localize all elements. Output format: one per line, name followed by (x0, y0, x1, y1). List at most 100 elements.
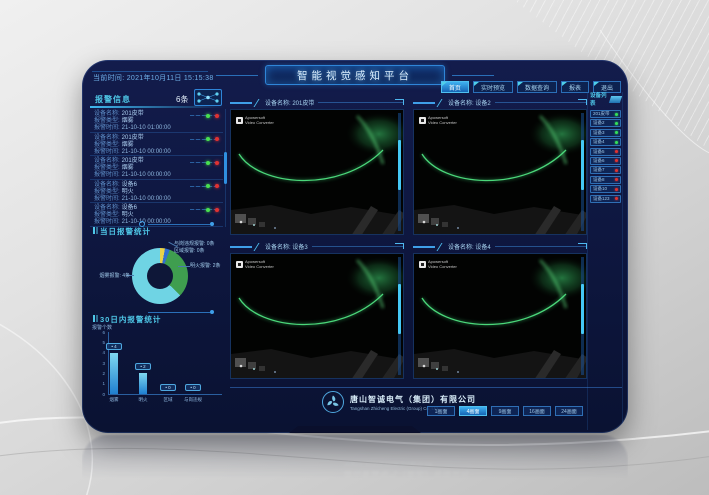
bar (110, 353, 118, 394)
bar-category-label: 明火 (130, 397, 156, 403)
alarm-level-indicator (190, 160, 220, 165)
network-topology-icon (194, 89, 222, 106)
watermark: ApowersoftVideo Converter (236, 116, 274, 125)
bar-value-bubble: • 2 (135, 363, 151, 370)
alarm-list-item[interactable]: 设备名称:201皮带 报警类型:烟雾 报警时间:21-10-10 00:00:0… (90, 156, 223, 180)
red-status-dot (215, 114, 219, 118)
screen-layout-buttons: 1画面 4画面 9画面 16画面 24画面 (427, 406, 583, 416)
device-status-dot (615, 113, 618, 116)
section-decor-line (148, 224, 210, 225)
bezel-chin-decor (289, 426, 421, 433)
device-status-dot (615, 169, 618, 172)
alarm-list-item[interactable]: 设备名称:设备6 报警类型:明火 报警时间:21-10-10 00:00:00 (90, 180, 223, 204)
device-list-items: 201皮带 设备2 设备3 设备4 设备5 设备6 设备7 设备8 设备10 设… (590, 110, 621, 203)
page-title: 智能视觉感知平台 (297, 68, 413, 83)
video-panel[interactable]: 设备名称: 设备4 (413, 240, 587, 379)
y-axis-tick: 4 (91, 350, 105, 355)
video-panel[interactable]: 设备名称: 设备2 (413, 96, 587, 235)
device-list-item[interactable]: 设备7 (590, 166, 621, 174)
bar-category-label: 与岗违规 (180, 397, 206, 403)
device-status-dot (615, 178, 618, 181)
watermark-text: ApowersoftVideo Converter (245, 116, 274, 125)
alarm-device-label: 设备名称: (94, 205, 120, 211)
video-content (414, 254, 587, 379)
device-list-item[interactable]: 设备3 (590, 129, 621, 137)
screen-layout-button[interactable]: 16画面 (523, 406, 551, 416)
device-list-item[interactable]: 201皮带 (590, 110, 621, 118)
device-list-item[interactable]: 设备5 (590, 148, 621, 156)
alarm-time-label: 报警时间: (94, 149, 120, 155)
video-feed[interactable]: ApowersoftVideo Converter (413, 109, 587, 235)
device-list-tab-icon[interactable] (609, 96, 622, 103)
alarm-time-value: 21-10-10 00:00:00 (122, 149, 171, 155)
alarm-time-value: 21-10-10 00:00:00 (122, 196, 171, 202)
video-panel[interactable]: 设备名称: 201皮带 (230, 96, 404, 235)
device-name: 设备123 (593, 196, 610, 202)
watermark-text: ApowersoftVideo Converter (428, 116, 457, 125)
nav-button[interactable]: 实时预览 (473, 81, 513, 93)
alarm-device-value: 设备6 (122, 205, 137, 211)
header-segment-decor (230, 246, 252, 248)
device-list-item[interactable]: 设备123 (590, 195, 621, 203)
video-feed[interactable]: ApowersoftVideo Converter (230, 109, 404, 235)
device-list-item[interactable]: 设备2 (590, 119, 621, 127)
alarm-type-label: 报警类型: (94, 212, 120, 218)
nav-button[interactable]: 报表 (561, 81, 589, 93)
nav-button[interactable]: 数据查询 (517, 81, 557, 93)
device-list-panel: 设备列表 201皮带 设备2 设备3 设备4 设备5 设备6 设备7 设备8 设… (587, 92, 623, 430)
slash-icon (437, 99, 447, 107)
device-name: 设备10 (593, 186, 607, 192)
alarm-list-item[interactable]: 设备名称:201皮带 报警类型:烟雾 报警时间:21-10-10 00:00:0… (90, 133, 223, 157)
current-time: 当前时间: 2021年10月11日 15:15:38 (93, 73, 214, 83)
device-list-item[interactable]: 设备6 (590, 157, 621, 165)
video-scrollbar-thumb[interactable] (398, 284, 401, 334)
section-decor-line (148, 312, 210, 313)
device-name: 设备2 (593, 120, 605, 126)
alarm-level-indicator (190, 113, 220, 118)
y-axis-tick: 5 (91, 340, 105, 345)
slash-icon (254, 99, 264, 107)
video-feed[interactable]: ApowersoftVideo Converter (230, 253, 404, 379)
red-status-dot (215, 208, 219, 212)
header-segment-decor (413, 246, 435, 248)
alarm-type-label: 报警类型: (94, 118, 120, 124)
nav-button[interactable]: 首页 (441, 81, 469, 93)
alarm-device-value: 201皮带 (122, 111, 144, 117)
device-name: 设备6 (593, 158, 605, 164)
alarm-time-value: 21-10-10 01:00:00 (122, 125, 171, 131)
alarm-list-item[interactable]: 设备名称:201皮带 报警类型:烟雾 报警时间:21-10-10 01:00:0… (90, 109, 223, 133)
screen-layout-button[interactable]: 9画面 (491, 406, 519, 416)
watermark: ApowersoftVideo Converter (419, 116, 457, 125)
alarm-time-label: 报警时间: (94, 172, 120, 178)
donut-slice-label: 烟雾报警: 4条 (92, 272, 130, 279)
alarm-scrollbar-thumb[interactable] (224, 152, 227, 184)
y-axis-tick: 1 (91, 381, 105, 386)
bar-value-bubble: • 0 (185, 384, 201, 391)
device-list-item[interactable]: 设备10 (590, 185, 621, 193)
video-scrollbar-thumb[interactable] (398, 140, 401, 190)
video-scrollbar-thumb[interactable] (581, 140, 584, 190)
watermark: ApowersoftVideo Converter (236, 260, 274, 269)
red-status-dot (215, 137, 219, 141)
video-scrollbar-thumb[interactable] (581, 284, 584, 334)
screen-layout-button[interactable]: 24画面 (555, 406, 583, 416)
video-device-name: 设备名称: 设备4 (448, 242, 491, 251)
device-list-item[interactable]: 设备4 (590, 138, 621, 146)
screen-layout-button[interactable]: 4画面 (459, 406, 487, 416)
app-grid-icon (419, 117, 426, 124)
video-panel-header: 设备名称: 设备3 (230, 240, 404, 253)
video-content (231, 254, 404, 379)
video-content (414, 110, 587, 235)
donut-slice-label: 与岗违规报警: 0条 (174, 240, 215, 247)
slash-icon (437, 243, 447, 251)
device-list-item[interactable]: 设备8 (590, 176, 621, 184)
video-panel[interactable]: 设备名称: 设备3 (230, 240, 404, 379)
red-status-dot (215, 161, 219, 165)
alarm-level-indicator (190, 184, 220, 189)
alarm-time-value: 21-10-10 00:00:00 (122, 172, 171, 178)
footer-divider (230, 387, 622, 388)
video-panel-header: 设备名称: 201皮带 (230, 96, 404, 109)
video-feed[interactable]: ApowersoftVideo Converter (413, 253, 587, 379)
screen-layout-button[interactable]: 1画面 (427, 406, 455, 416)
bar-group: • 2 (139, 332, 147, 394)
